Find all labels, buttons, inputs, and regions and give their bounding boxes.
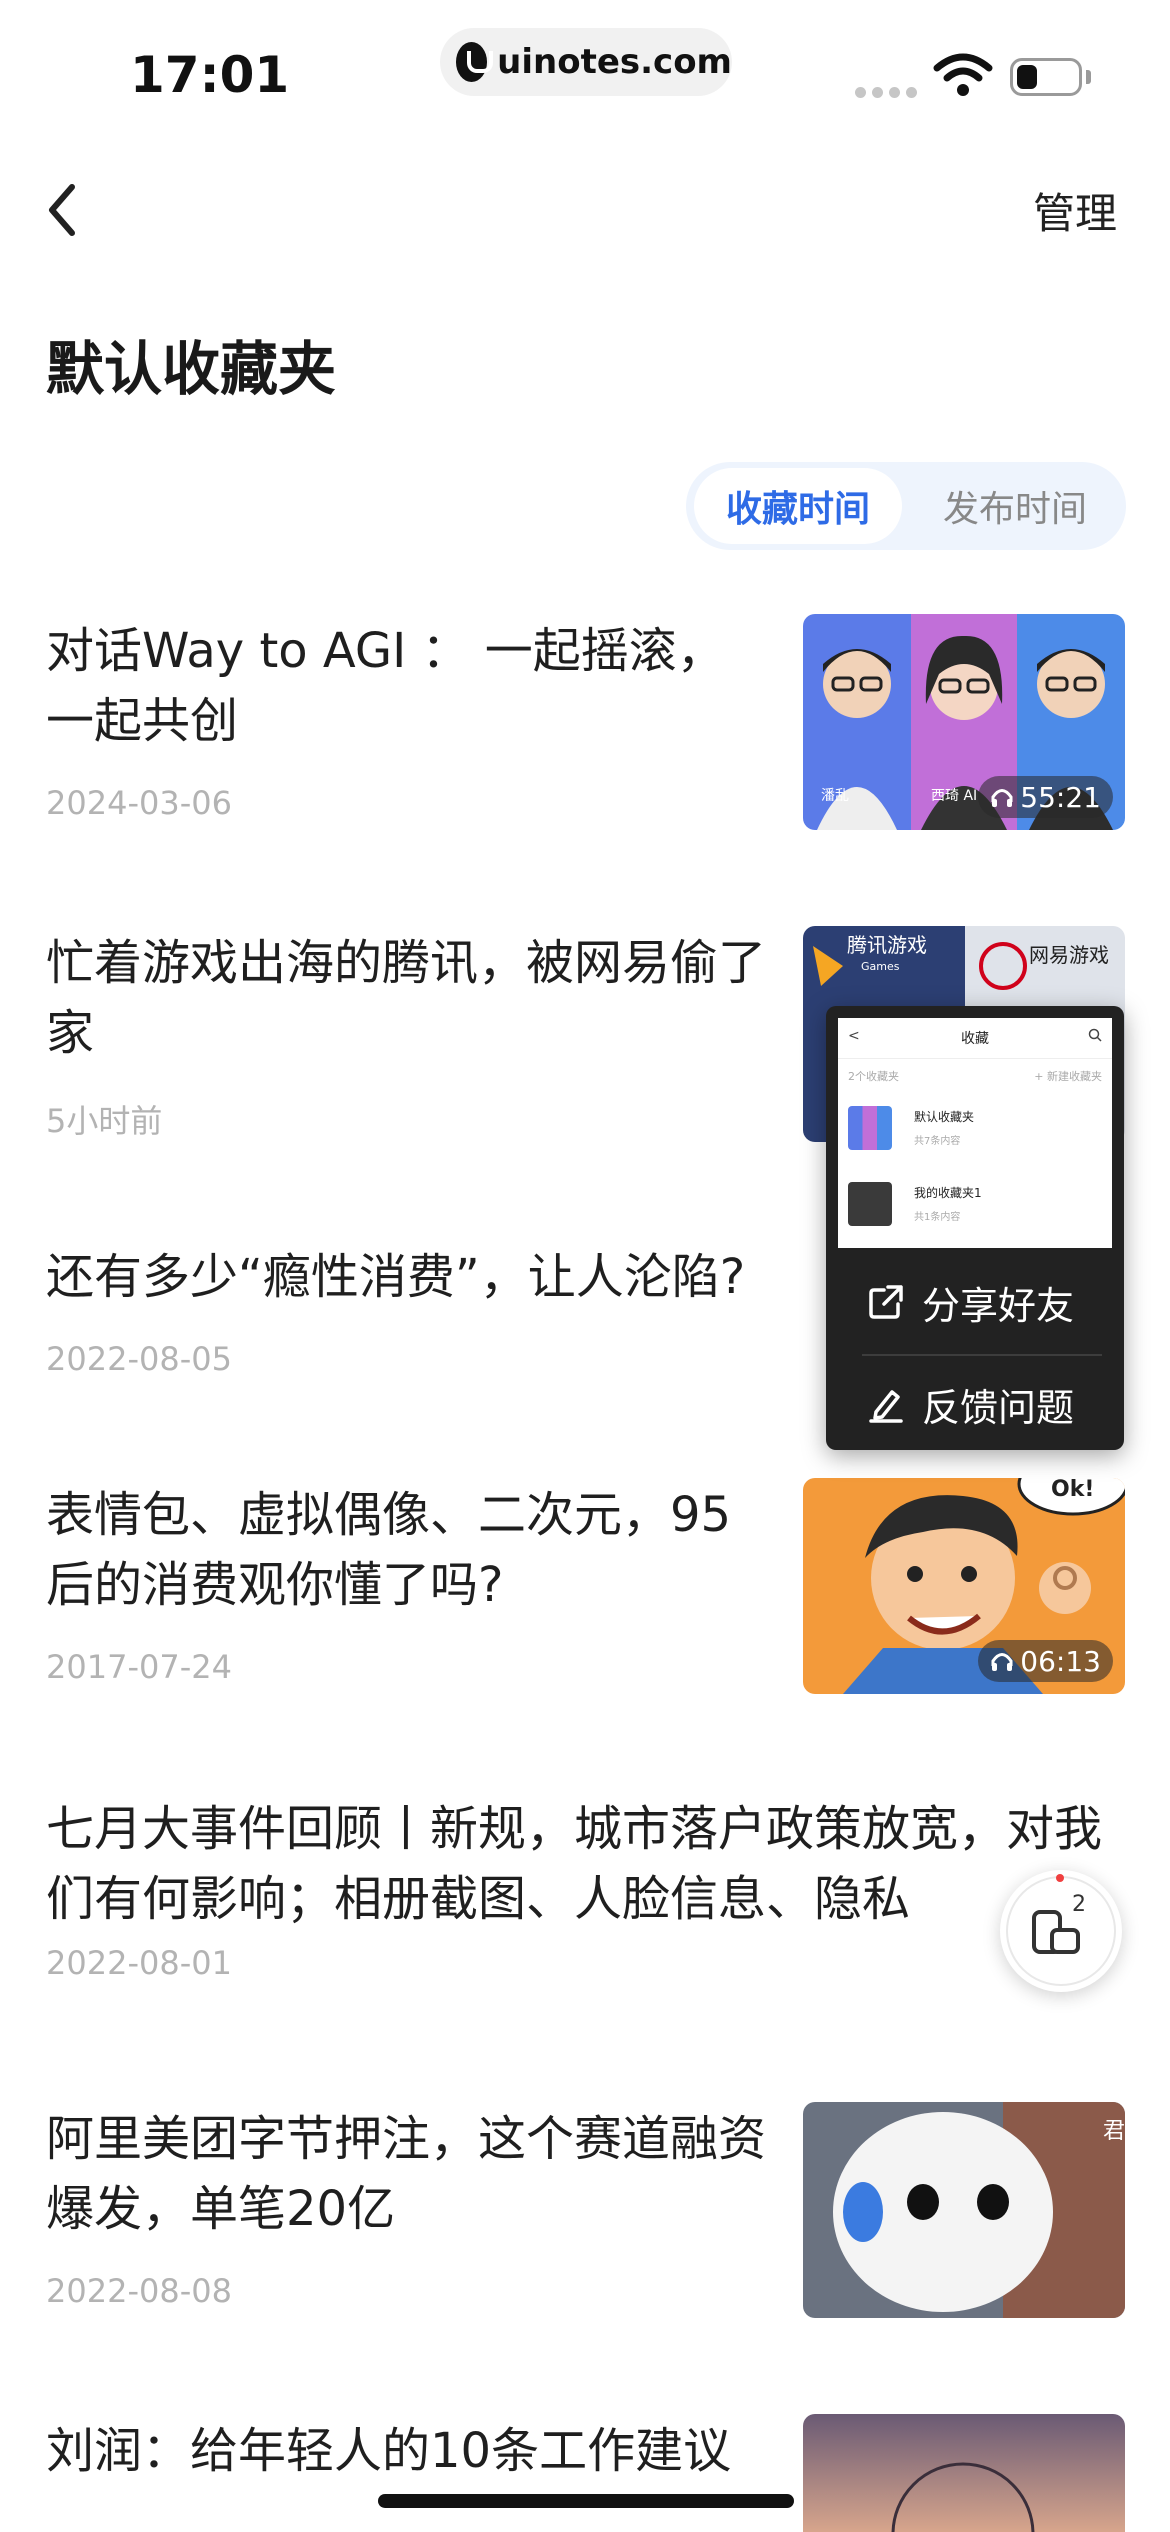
list-item[interactable]: 阿里美团字节押注，这个赛道融资爆发，单笔20亿 2022-08-08 bbox=[46, 2104, 766, 2310]
list-item[interactable]: 忙着游戏出海的腾讯，被网易偷了家 5小时前 bbox=[46, 928, 766, 1142]
thumb-caption: 潘乱 bbox=[821, 788, 849, 804]
article-date: 2022-08-08 bbox=[46, 2272, 232, 2310]
article-date: 2024-03-06 bbox=[46, 784, 232, 822]
mini-folder-row: 默认收藏夹 共7条内容 bbox=[848, 1102, 1102, 1152]
article-thumbnail[interactable] bbox=[803, 2414, 1125, 2532]
float-badge: 2 bbox=[1072, 1892, 1086, 1917]
url-text: uinotes.com bbox=[497, 42, 732, 82]
article-thumbnail[interactable]: 君 bbox=[803, 2102, 1125, 2318]
menu-label: 反馈问题 bbox=[922, 1385, 1075, 1430]
floating-screenshot-button[interactable]: 2 bbox=[1000, 1870, 1122, 1992]
home-indicator bbox=[378, 2494, 794, 2508]
article-date: 5小时前 bbox=[46, 1102, 163, 1140]
article-thumbnail[interactable]: Ok! 06:13 bbox=[803, 1478, 1125, 1694]
site-logo-icon bbox=[456, 42, 494, 82]
thumb-caption: 君 bbox=[1103, 2119, 1125, 2144]
mini-folder-count: 共1条内容 bbox=[914, 1212, 961, 1223]
share-friends-button[interactable]: 分享好友 bbox=[826, 1254, 1124, 1350]
mini-folder-row: 我的收藏夹1 共1条内容 bbox=[848, 1178, 1102, 1228]
article-title: 忙着游戏出海的腾讯，被网易偷了家 bbox=[46, 935, 767, 1061]
cellular-signal-icon bbox=[855, 83, 923, 102]
list-item[interactable]: 刘润：给年轻人的10条工作建议 bbox=[46, 2416, 766, 2532]
article-date: 2017-07-24 bbox=[46, 1648, 232, 1686]
share-icon bbox=[869, 1285, 903, 1319]
sunset-image bbox=[803, 2414, 1125, 2532]
context-menu: < 收藏 2个收藏夹 + 新建收藏夹 默认收藏夹 共7条内容 我的收藏夹1 共1… bbox=[826, 1006, 1124, 1450]
mini-thumb bbox=[848, 1182, 892, 1226]
thumb-caption: 腾讯游戏 bbox=[847, 933, 927, 957]
mini-add: + 新建收藏夹 bbox=[1034, 1070, 1102, 1083]
mini-folder-name: 默认收藏夹 bbox=[914, 1110, 975, 1124]
feedback-button[interactable]: 反馈问题 bbox=[826, 1356, 1124, 1452]
notification-dot bbox=[1056, 1874, 1064, 1882]
article-thumbnail[interactable]: 潘乱 西琦 AI 55:21 bbox=[803, 614, 1125, 830]
tab-publish-time[interactable]: 发布时间 bbox=[912, 468, 1118, 544]
headphone-icon bbox=[991, 789, 1013, 807]
edit-icon bbox=[869, 1390, 903, 1423]
article-date: 2022-08-05 bbox=[46, 1340, 232, 1378]
list-item[interactable]: 表情包、虚拟偶像、二次元，95后的消费观你懂了吗? 2017-07-24 bbox=[46, 1480, 766, 1686]
headphone-icon bbox=[991, 1653, 1013, 1671]
tab-favorite-time[interactable]: 收藏时间 bbox=[694, 468, 902, 544]
battery-tip bbox=[1086, 70, 1091, 84]
thumb-caption: 网易游戏 bbox=[1029, 943, 1109, 967]
menu-label: 分享好友 bbox=[922, 1283, 1075, 1328]
duration-badge: 06:13 bbox=[978, 1640, 1113, 1682]
robot-image: 君 bbox=[803, 2102, 1125, 2318]
mini-count: 2个收藏夹 bbox=[848, 1070, 899, 1083]
battery-level bbox=[1017, 65, 1037, 89]
duration-badge: 55:21 bbox=[978, 776, 1113, 818]
battery-icon bbox=[1010, 58, 1082, 96]
status-time: 17:01 bbox=[130, 46, 290, 104]
article-title: 七月大事件回顾丨新规，城市落户政策放宽，对我们有何影响；相册截图、人脸信息、隐私 bbox=[46, 1801, 1103, 1927]
url-pill[interactable]: uinotes.com bbox=[440, 28, 732, 96]
back-button[interactable] bbox=[40, 175, 100, 245]
mini-folder-name: 我的收藏夹1 bbox=[914, 1186, 982, 1200]
article-title: 刘润：给年轻人的10条工作建议 bbox=[46, 2423, 732, 2479]
thumb-caption: Games bbox=[861, 960, 900, 973]
mini-thumb bbox=[848, 1106, 892, 1150]
list-item[interactable]: 七月大事件回顾丨新规，城市落户政策放宽，对我们有何影响；相册截图、人脸信息、隐私… bbox=[46, 1794, 1126, 1984]
mini-title: 收藏 bbox=[961, 1031, 989, 1047]
duration-text: 55:21 bbox=[1020, 780, 1101, 814]
thumb-caption: Ok! bbox=[1051, 1478, 1094, 1502]
mini-header: < 收藏 bbox=[838, 1018, 1112, 1059]
wifi-icon bbox=[933, 53, 993, 96]
search-icon bbox=[1088, 1028, 1102, 1042]
sort-toggle: 收藏时间 发布时间 bbox=[686, 462, 1126, 550]
article-title: 对话Way to AGI ： 一起摇滚，一起共创 bbox=[46, 623, 725, 749]
manage-button[interactable]: 管理 bbox=[1033, 180, 1117, 241]
list-item[interactable]: 对话Way to AGI ： 一起摇滚，一起共创 2024-03-06 bbox=[46, 616, 766, 822]
duration-text: 06:13 bbox=[1020, 1644, 1101, 1678]
mini-folder-count: 共7条内容 bbox=[914, 1136, 961, 1147]
page-title: 默认收藏夹 bbox=[46, 335, 337, 403]
article-title: 阿里美团字节押注，这个赛道融资爆发，单笔20亿 bbox=[46, 2111, 767, 2237]
article-date: 2022-08-01 bbox=[46, 1944, 232, 1982]
article-title: 表情包、虚拟偶像、二次元，95后的消费观你懂了吗? bbox=[46, 1487, 732, 1613]
thumb-caption: 西琦 AI bbox=[931, 788, 977, 804]
screenshot-preview[interactable]: < 收藏 2个收藏夹 + 新建收藏夹 默认收藏夹 共7条内容 我的收藏夹1 共1… bbox=[838, 1018, 1112, 1248]
article-title: 还有多少“瘾性消费”，让人沦陷? bbox=[46, 1249, 746, 1305]
list-item[interactable]: 还有多少“瘾性消费”，让人沦陷? 2022-08-05 bbox=[46, 1242, 806, 1378]
